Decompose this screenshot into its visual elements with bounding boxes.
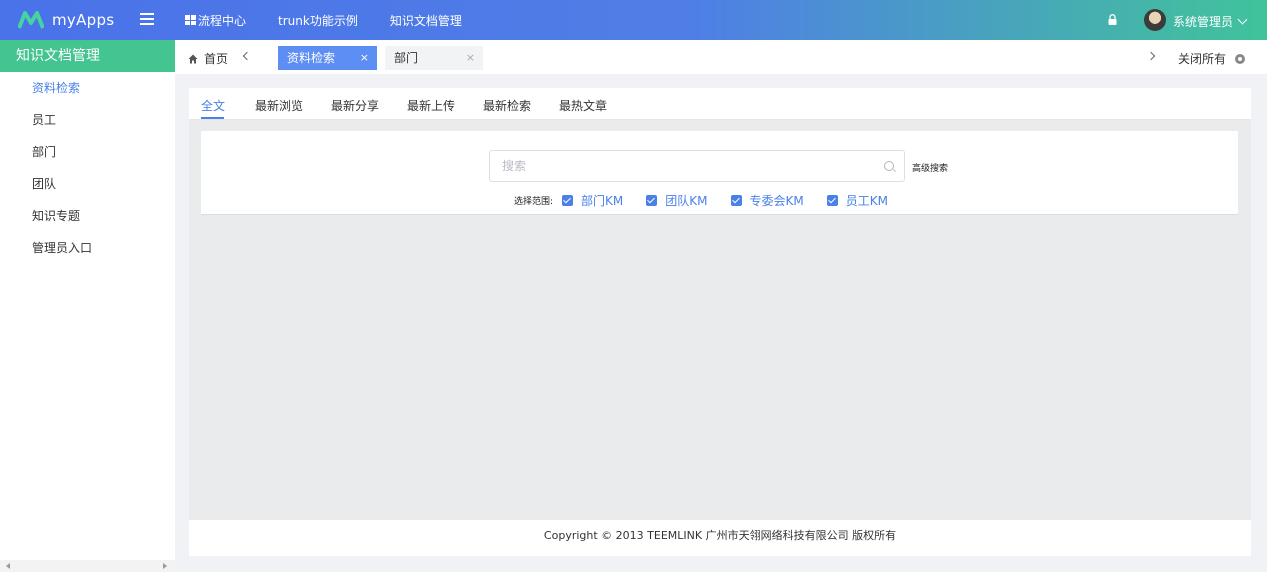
scroll-right-icon[interactable] <box>163 563 167 569</box>
tabs-scroll-right-icon[interactable] <box>1146 51 1156 61</box>
tab-label: 资料检索 <box>287 51 336 65</box>
checkbox-label: 员工KM <box>845 194 888 208</box>
close-icon[interactable]: × <box>466 46 475 70</box>
nav-item-process-center[interactable]: 流程中心 <box>185 12 246 29</box>
user-name: 系统管理员 <box>1173 15 1234 29</box>
tab-strip: 首页 资料检索 × 部门 × 关闭所有 <box>175 40 1267 74</box>
subtab-recent-searches[interactable]: 最新检索 <box>483 97 531 114</box>
close-all-label: 关闭所有 <box>1178 52 1227 66</box>
checkbox-committee-km[interactable]: 专委会KM <box>730 192 804 209</box>
nav-item-label: 流程中心 <box>198 13 247 28</box>
nav-item-knowledge-docs[interactable]: 知识文档管理 <box>390 12 462 29</box>
checkbox-employee-km[interactable]: 员工KM <box>826 192 888 209</box>
tab-label: 部门 <box>394 51 419 65</box>
sidebar-item-admin-entry[interactable]: 管理员入口 <box>0 232 175 264</box>
home-label: 首页 <box>204 52 229 66</box>
search-scope: 选择范围: 部门KM 团队KM 专委会KM 员工KM <box>514 192 911 209</box>
checkbox-checked-icon[interactable] <box>562 195 574 206</box>
m-logo-icon <box>18 11 44 29</box>
subtab-hot-articles[interactable]: 最热文章 <box>559 97 607 114</box>
sidebar-title: 知识文档管理 <box>0 40 175 72</box>
checkbox-checked-icon[interactable] <box>730 195 742 206</box>
chevron-down-icon <box>1237 14 1248 25</box>
copyright-text: Copyright © 2013 TEEMLINK 广州市天翎网络科技有限公司 … <box>543 529 897 542</box>
scope-label: 选择范围: <box>514 197 554 207</box>
tab-departments[interactable]: 部门 × <box>385 46 483 70</box>
active-tab-indicator <box>201 117 224 119</box>
app-name: myApps <box>52 11 115 29</box>
avatar[interactable] <box>1144 9 1166 31</box>
subtab-recent-views[interactable]: 最新浏览 <box>255 97 303 114</box>
subtab-full-text[interactable]: 全文 <box>201 97 225 114</box>
home-tab[interactable]: 首页 <box>188 50 228 67</box>
nav-item-label: 知识文档管理 <box>389 13 462 28</box>
sidebar-item-teams[interactable]: 团队 <box>0 168 175 200</box>
sidebar-item-document-search[interactable]: 资料检索 <box>0 72 175 104</box>
checkbox-team-km[interactable]: 团队KM <box>646 192 708 209</box>
main-panel: 全文 最新浏览 最新分享 最新上传 最新检索 最热文章 高级搜索 选择范围: 部… <box>189 88 1251 520</box>
nav-item-label: trunk功能示例 <box>278 13 358 28</box>
checkbox-department-km[interactable]: 部门KM <box>562 192 623 209</box>
sidebar-item-employees[interactable]: 员工 <box>0 104 175 136</box>
close-icon[interactable]: × <box>360 46 369 70</box>
scroll-left-icon[interactable] <box>6 563 10 569</box>
close-all-tabs-button[interactable]: 关闭所有 <box>1178 50 1246 67</box>
content-tabs: 全文 最新浏览 最新分享 最新上传 最新检索 最热文章 <box>189 88 1251 120</box>
search-area: 高级搜索 选择范围: 部门KM 团队KM 专委会KM 员工KM <box>201 131 1238 215</box>
search-input[interactable] <box>490 151 870 181</box>
home-icon <box>188 54 198 63</box>
footer: Copyright © 2013 TEEMLINK 广州市天翎网络科技有限公司 … <box>189 520 1251 556</box>
grid-icon <box>185 15 196 25</box>
nav-item-trunk-demo[interactable]: trunk功能示例 <box>278 12 358 29</box>
top-nav: 流程中心 trunk功能示例 知识文档管理 <box>185 0 494 40</box>
checkbox-checked-icon[interactable] <box>646 195 658 206</box>
advanced-search-link[interactable]: 高级搜索 <box>912 161 948 174</box>
user-menu[interactable]: 系统管理员 <box>1173 13 1248 30</box>
checkbox-checked-icon[interactable] <box>826 195 838 206</box>
horizontal-scrollbar[interactable] <box>0 560 175 572</box>
sidebar-item-departments[interactable]: 部门 <box>0 136 175 168</box>
settings-icon <box>1235 53 1246 64</box>
tabs-scroll-left-icon[interactable] <box>242 51 252 61</box>
subtab-recent-uploads[interactable]: 最新上传 <box>407 97 455 114</box>
lock-icon[interactable] <box>1108 14 1117 25</box>
top-bar: myApps 流程中心 trunk功能示例 知识文档管理 系统管理员 <box>0 0 1267 40</box>
menu-toggle-icon[interactable] <box>140 13 154 25</box>
tab-document-search[interactable]: 资料检索 × <box>278 46 377 70</box>
subtab-recent-shares[interactable]: 最新分享 <box>331 97 379 114</box>
search-box[interactable] <box>489 150 905 182</box>
app-logo[interactable]: myApps <box>18 9 114 31</box>
search-icon[interactable] <box>884 161 894 171</box>
checkbox-label: 团队KM <box>665 194 708 208</box>
sidebar-item-topics[interactable]: 知识专题 <box>0 200 175 232</box>
checkbox-label: 专委会KM <box>749 194 804 208</box>
checkbox-label: 部门KM <box>581 194 624 208</box>
sidebar: 知识文档管理 资料检索 员工 部门 团队 知识专题 管理员入口 <box>0 40 175 572</box>
